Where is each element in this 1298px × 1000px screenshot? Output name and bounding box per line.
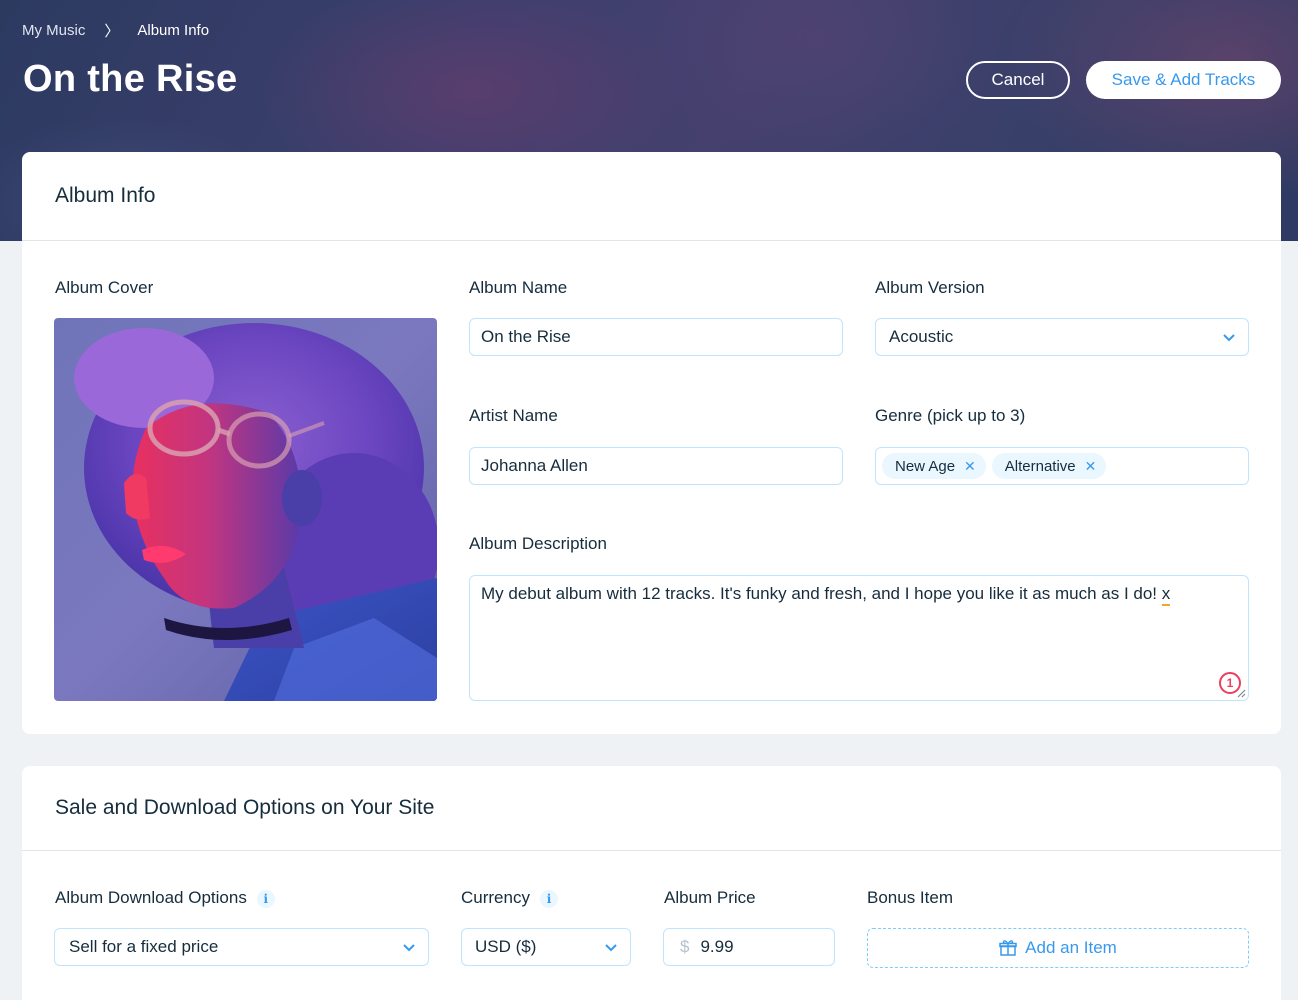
- album-name-input[interactable]: On the Rise: [469, 318, 843, 356]
- sale-options-title: Sale and Download Options on Your Site: [22, 766, 1281, 851]
- album-price-value: 9.99: [700, 937, 734, 956]
- currency-select[interactable]: USD ($): [461, 928, 631, 966]
- currency-label-text: Currency: [461, 888, 530, 907]
- save-add-tracks-button[interactable]: Save & Add Tracks: [1086, 61, 1281, 99]
- cancel-button[interactable]: Cancel: [966, 61, 1070, 99]
- gift-icon: [999, 940, 1017, 956]
- download-options-label-text: Album Download Options: [55, 888, 247, 907]
- sale-options-card: Sale and Download Options on Your Site A…: [22, 766, 1281, 1000]
- chevron-down-icon: [1223, 334, 1235, 342]
- album-version-select[interactable]: Acoustic: [875, 318, 1249, 356]
- genre-label: Genre (pick up to 3): [875, 406, 1026, 425]
- download-options-value: Sell for a fixed price: [69, 937, 219, 956]
- album-description-label: Album Description: [469, 534, 607, 553]
- info-icon[interactable]: i: [539, 889, 558, 908]
- breadcrumb-my-music[interactable]: My Music: [22, 22, 85, 39]
- album-cover-label: Album Cover: [55, 278, 154, 297]
- remove-tag-icon[interactable]: ✕: [964, 458, 976, 475]
- album-price-label: Album Price: [664, 888, 756, 907]
- album-price-input[interactable]: $ 9.99: [663, 928, 835, 966]
- album-version-label: Album Version: [875, 278, 985, 297]
- genre-tag-input[interactable]: New Age ✕ Alternative ✕: [875, 447, 1249, 485]
- genre-tag-label: New Age: [895, 457, 956, 475]
- genre-tag-new-age: New Age ✕: [882, 453, 986, 479]
- remove-tag-icon[interactable]: ✕: [1085, 458, 1097, 475]
- add-item-label: Add an Item: [1025, 938, 1117, 957]
- album-description-textarea[interactable]: My debut album with 12 tracks. It's funk…: [469, 575, 1249, 701]
- description-typo-word: x: [1161, 584, 1171, 606]
- resize-handle-icon[interactable]: [1236, 688, 1246, 698]
- chevron-right-icon: 〉: [104, 23, 120, 40]
- artist-name-input[interactable]: Johanna Allen: [469, 447, 843, 485]
- genre-tag-label: Alternative: [1004, 457, 1076, 475]
- album-version-value: Acoustic: [889, 327, 954, 346]
- album-info-card: Album Info Album Cover Album Name On the…: [22, 152, 1281, 734]
- genre-tag-alternative: Alternative ✕: [991, 453, 1107, 479]
- currency-value: USD ($): [475, 937, 537, 956]
- download-options-select[interactable]: Sell for a fixed price: [54, 928, 429, 966]
- breadcrumb: My Music 〉 Album Info: [22, 20, 209, 41]
- artist-name-label: Artist Name: [469, 406, 558, 425]
- album-cover-image[interactable]: [54, 318, 437, 701]
- info-icon[interactable]: i: [256, 889, 275, 908]
- album-info-title: Album Info: [22, 152, 1281, 241]
- album-name-label: Album Name: [469, 278, 568, 297]
- bonus-item-label: Bonus Item: [867, 888, 953, 907]
- download-options-label: Album Download Options i: [55, 888, 275, 908]
- currency-label: Currency i: [461, 888, 558, 908]
- breadcrumb-album-info: Album Info: [137, 22, 210, 39]
- dollar-sign-icon: $: [680, 937, 690, 956]
- page-title: On the Rise: [23, 58, 238, 100]
- description-text: My debut album with 12 tracks. It's funk…: [481, 584, 1162, 603]
- chevron-down-icon: [403, 944, 415, 952]
- add-bonus-item-button[interactable]: Add an Item: [867, 928, 1249, 968]
- chevron-down-icon: [605, 944, 617, 952]
